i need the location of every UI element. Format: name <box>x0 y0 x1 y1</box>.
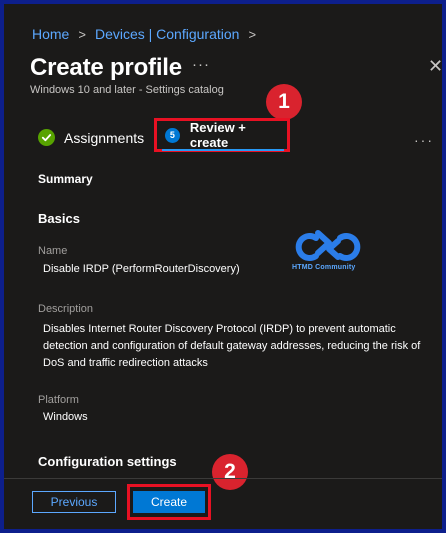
name-value: Disable IRDP (PerformRouterDiscovery) <box>43 263 240 275</box>
htmd-logo-icon <box>295 230 361 261</box>
create-button[interactable]: Create <box>133 491 205 513</box>
tab-review-create[interactable]: 5 Review + create <box>154 118 290 152</box>
tab-review-create-label: Review + create <box>189 120 246 150</box>
checkmark-icon <box>38 129 55 146</box>
active-tab-indicator <box>162 149 284 151</box>
platform-label: Platform <box>38 394 79 406</box>
page-subtitle: Windows 10 and later - Settings catalog <box>30 84 224 96</box>
step-number-icon: 5 <box>165 127 180 143</box>
close-icon[interactable]: ✕ <box>428 56 442 77</box>
callout-badge-1: 1 <box>266 84 302 120</box>
description-label: Description <box>38 303 94 315</box>
description-value: Disables Internet Router Discovery Proto… <box>43 323 421 369</box>
tab-assignments[interactable]: Assignments <box>38 129 144 146</box>
page-title: Create profile <box>30 54 182 81</box>
previous-button[interactable]: Previous <box>32 491 116 513</box>
configuration-settings-heading: Configuration settings <box>38 454 177 469</box>
watermark-text: HTMD Community <box>292 264 356 271</box>
breadcrumb: Home > Devices | Configuration > <box>32 26 265 42</box>
platform-value: Windows <box>43 411 88 423</box>
title-more-options-button[interactable]: ··· <box>192 56 210 73</box>
summary-heading: Summary <box>38 172 93 186</box>
breadcrumb-separator: > <box>78 26 86 42</box>
basics-heading: Basics <box>38 211 80 226</box>
create-profile-panel: Home > Devices | Configuration > Create … <box>0 0 446 533</box>
tabs-more-options-button[interactable]: ··· <box>414 132 434 148</box>
breadcrumb-devices-configuration-link[interactable]: Devices | Configuration <box>95 26 239 42</box>
footer-divider <box>4 478 442 479</box>
tab-assignments-label: Assignments <box>64 129 145 146</box>
breadcrumb-separator: > <box>248 26 257 42</box>
breadcrumb-home-link[interactable]: Home <box>32 26 69 42</box>
callout-badge-2: 2 <box>212 454 248 490</box>
name-label: Name <box>38 245 68 257</box>
